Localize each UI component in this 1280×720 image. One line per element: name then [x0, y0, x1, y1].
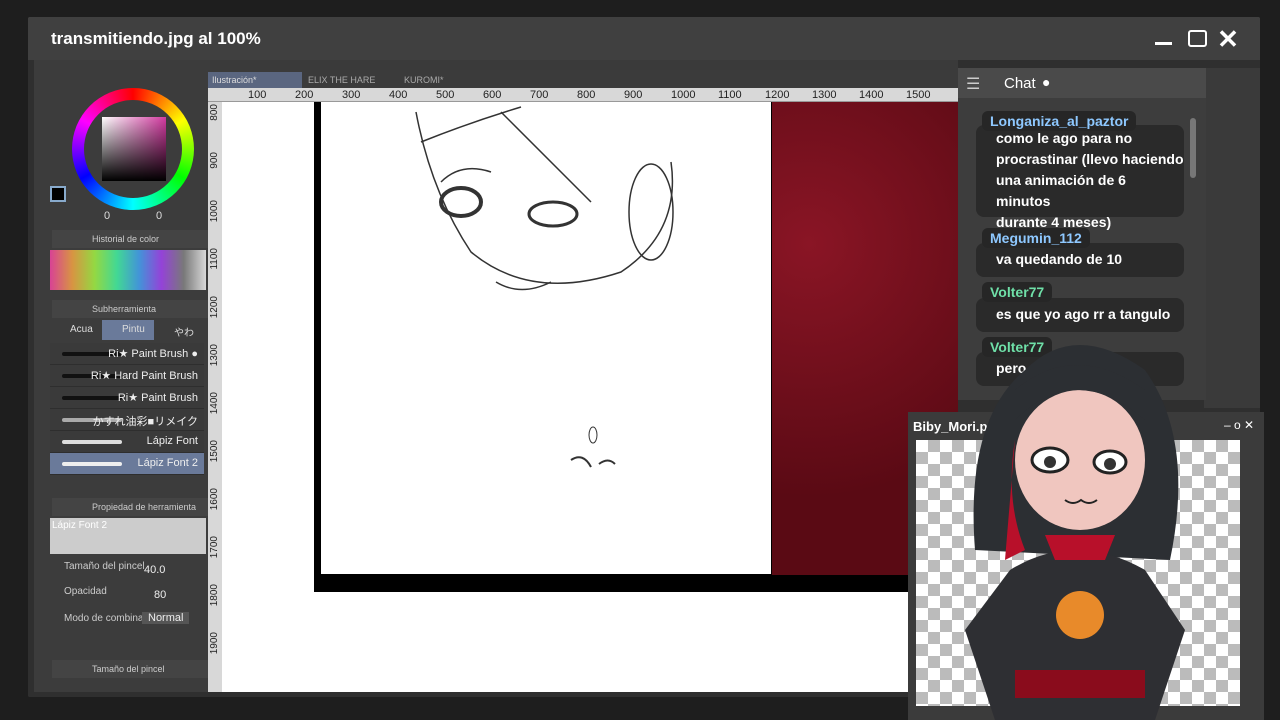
right-toolbar — [1204, 68, 1260, 408]
ruler-tick: 1600 — [209, 488, 220, 511]
brush-item[interactable]: Ri★ Hard Paint Brush — [50, 365, 204, 387]
ruler-tick: 1500 — [906, 89, 931, 101]
brush-item[interactable]: かすれ油彩■リメイク — [50, 409, 204, 431]
ruler-tick: 800 — [209, 104, 220, 121]
ruler-tick: 800 — [577, 89, 596, 101]
ruler-tick: 1400 — [209, 392, 220, 415]
ruler-tick: 900 — [209, 152, 220, 169]
ruler-tick: 100 — [248, 89, 267, 101]
horizontal-ruler: 100 200 300 400 500 600 700 800 900 1000 1100 1200 1… — [208, 88, 958, 102]
chat-username: Longaniza_al_paztor — [982, 111, 1137, 131]
tab-yawa[interactable]: やわ — [154, 320, 206, 340]
ruler-tick: 1500 — [209, 440, 220, 463]
tab-elix[interactable]: ELIX THE HARE — [304, 72, 398, 88]
tab-acua[interactable]: Acua — [50, 320, 102, 340]
chat-username: Volter77 — [982, 282, 1053, 302]
color-history-swatches[interactable] — [50, 250, 206, 290]
ruler-tick: 1800 — [209, 584, 220, 607]
window-title: transmitiendo.jpg al 100% — [51, 29, 261, 48]
ruler-tick: 1700 — [209, 536, 220, 559]
ruler-tick: 1100 — [718, 89, 742, 101]
foreground-swatch[interactable] — [50, 186, 66, 202]
chat-username: Megumin_112 — [982, 228, 1090, 248]
chat-message: como le ago para no procrastinar (llevo h… — [976, 125, 1184, 230]
tab-kuromi[interactable]: KUROMI* — [400, 72, 494, 88]
left-panel: 000 Historial de color Subherramienta Ac… — [34, 60, 214, 692]
brush-size-header[interactable]: Tamaño del pincel — [52, 660, 212, 678]
chat-title: Chat — [1004, 75, 1036, 92]
window-controls[interactable]: – o ✕ — [1224, 418, 1254, 432]
vtuber-avatar — [965, 345, 1185, 720]
size-value[interactable]: 40.0 — [144, 564, 165, 576]
ruler-tick: 1200 — [209, 296, 220, 319]
tab-ilustracion[interactable]: Ilustración* — [208, 72, 302, 88]
brush-item[interactable]: Ri★ Paint Brush ● — [50, 343, 204, 365]
ruler-tick: 1200 — [765, 89, 790, 101]
chat-bubble-icon: ● — [1042, 74, 1051, 90]
brush-preview: Lápiz Font 2 — [50, 518, 206, 554]
blend-select[interactable]: Normal — [142, 612, 190, 624]
ruler-tick: 200 — [295, 89, 314, 101]
ruler-tick: 1900 — [209, 632, 220, 655]
ruler-tick: 700 — [530, 89, 549, 101]
color-history-header[interactable]: Historial de color — [52, 230, 212, 248]
brush-item-selected[interactable]: Lápiz Font 2 — [50, 453, 204, 475]
chat-header: ☰ Chat ● — [958, 68, 1206, 98]
brush-item[interactable]: Ri★ Paint Brush — [50, 387, 204, 409]
ruler-tick: 600 — [483, 89, 502, 101]
ruler-tick: 400 — [389, 89, 408, 101]
rgb-values: 000 — [104, 210, 214, 222]
ruler-tick: 900 — [624, 89, 643, 101]
chat-scrollbar[interactable] — [1190, 118, 1196, 178]
brush-item[interactable]: Lápiz Font — [50, 431, 204, 453]
vertical-ruler: 800 900 1000 1100 1200 1300 1400 1500 1600 1700 18… — [208, 102, 222, 692]
ruler-tick: 1000 — [209, 200, 220, 223]
tab-pintura[interactable]: Pintu — [102, 320, 154, 340]
close-button[interactable]: ✕ — [1216, 26, 1240, 52]
size-label: Tamaño del pincel — [64, 561, 145, 572]
ruler-tick: 1400 — [859, 89, 884, 101]
opacity-label: Opacidad — [64, 586, 107, 597]
document-tabs: Ilustración* ELIX THE HARE KUROMI* — [208, 70, 958, 88]
opacity-value[interactable]: 80 — [154, 589, 166, 601]
ruler-tick: 500 — [436, 89, 455, 101]
color-saturation-box[interactable] — [102, 117, 166, 181]
sketch-drawing — [415, 106, 674, 468]
ruler-tick: 1300 — [209, 344, 220, 367]
maximize-button[interactable] — [1186, 27, 1210, 51]
ruler-tick: 1100 — [209, 248, 220, 270]
subtool-header[interactable]: Subherramienta — [52, 300, 212, 318]
tool-property-header[interactable]: Propiedad de herramienta — [52, 498, 212, 516]
ruler-tick: 300 — [342, 89, 361, 101]
canvas-area[interactable] — [222, 102, 958, 692]
minimize-button[interactable] — [1152, 27, 1176, 51]
ruler-tick: 1300 — [812, 89, 837, 101]
title-bar: transmitiendo.jpg al 100% ✕ — [28, 17, 1260, 60]
subtool-tabs: Acua Pintu やわ — [50, 320, 206, 340]
chat-message: va quedando de 10 — [976, 243, 1184, 277]
menu-icon[interactable]: ☰ — [966, 74, 980, 94]
drawing-canvas[interactable] — [321, 102, 771, 574]
ruler-tick: 1000 — [671, 89, 696, 101]
